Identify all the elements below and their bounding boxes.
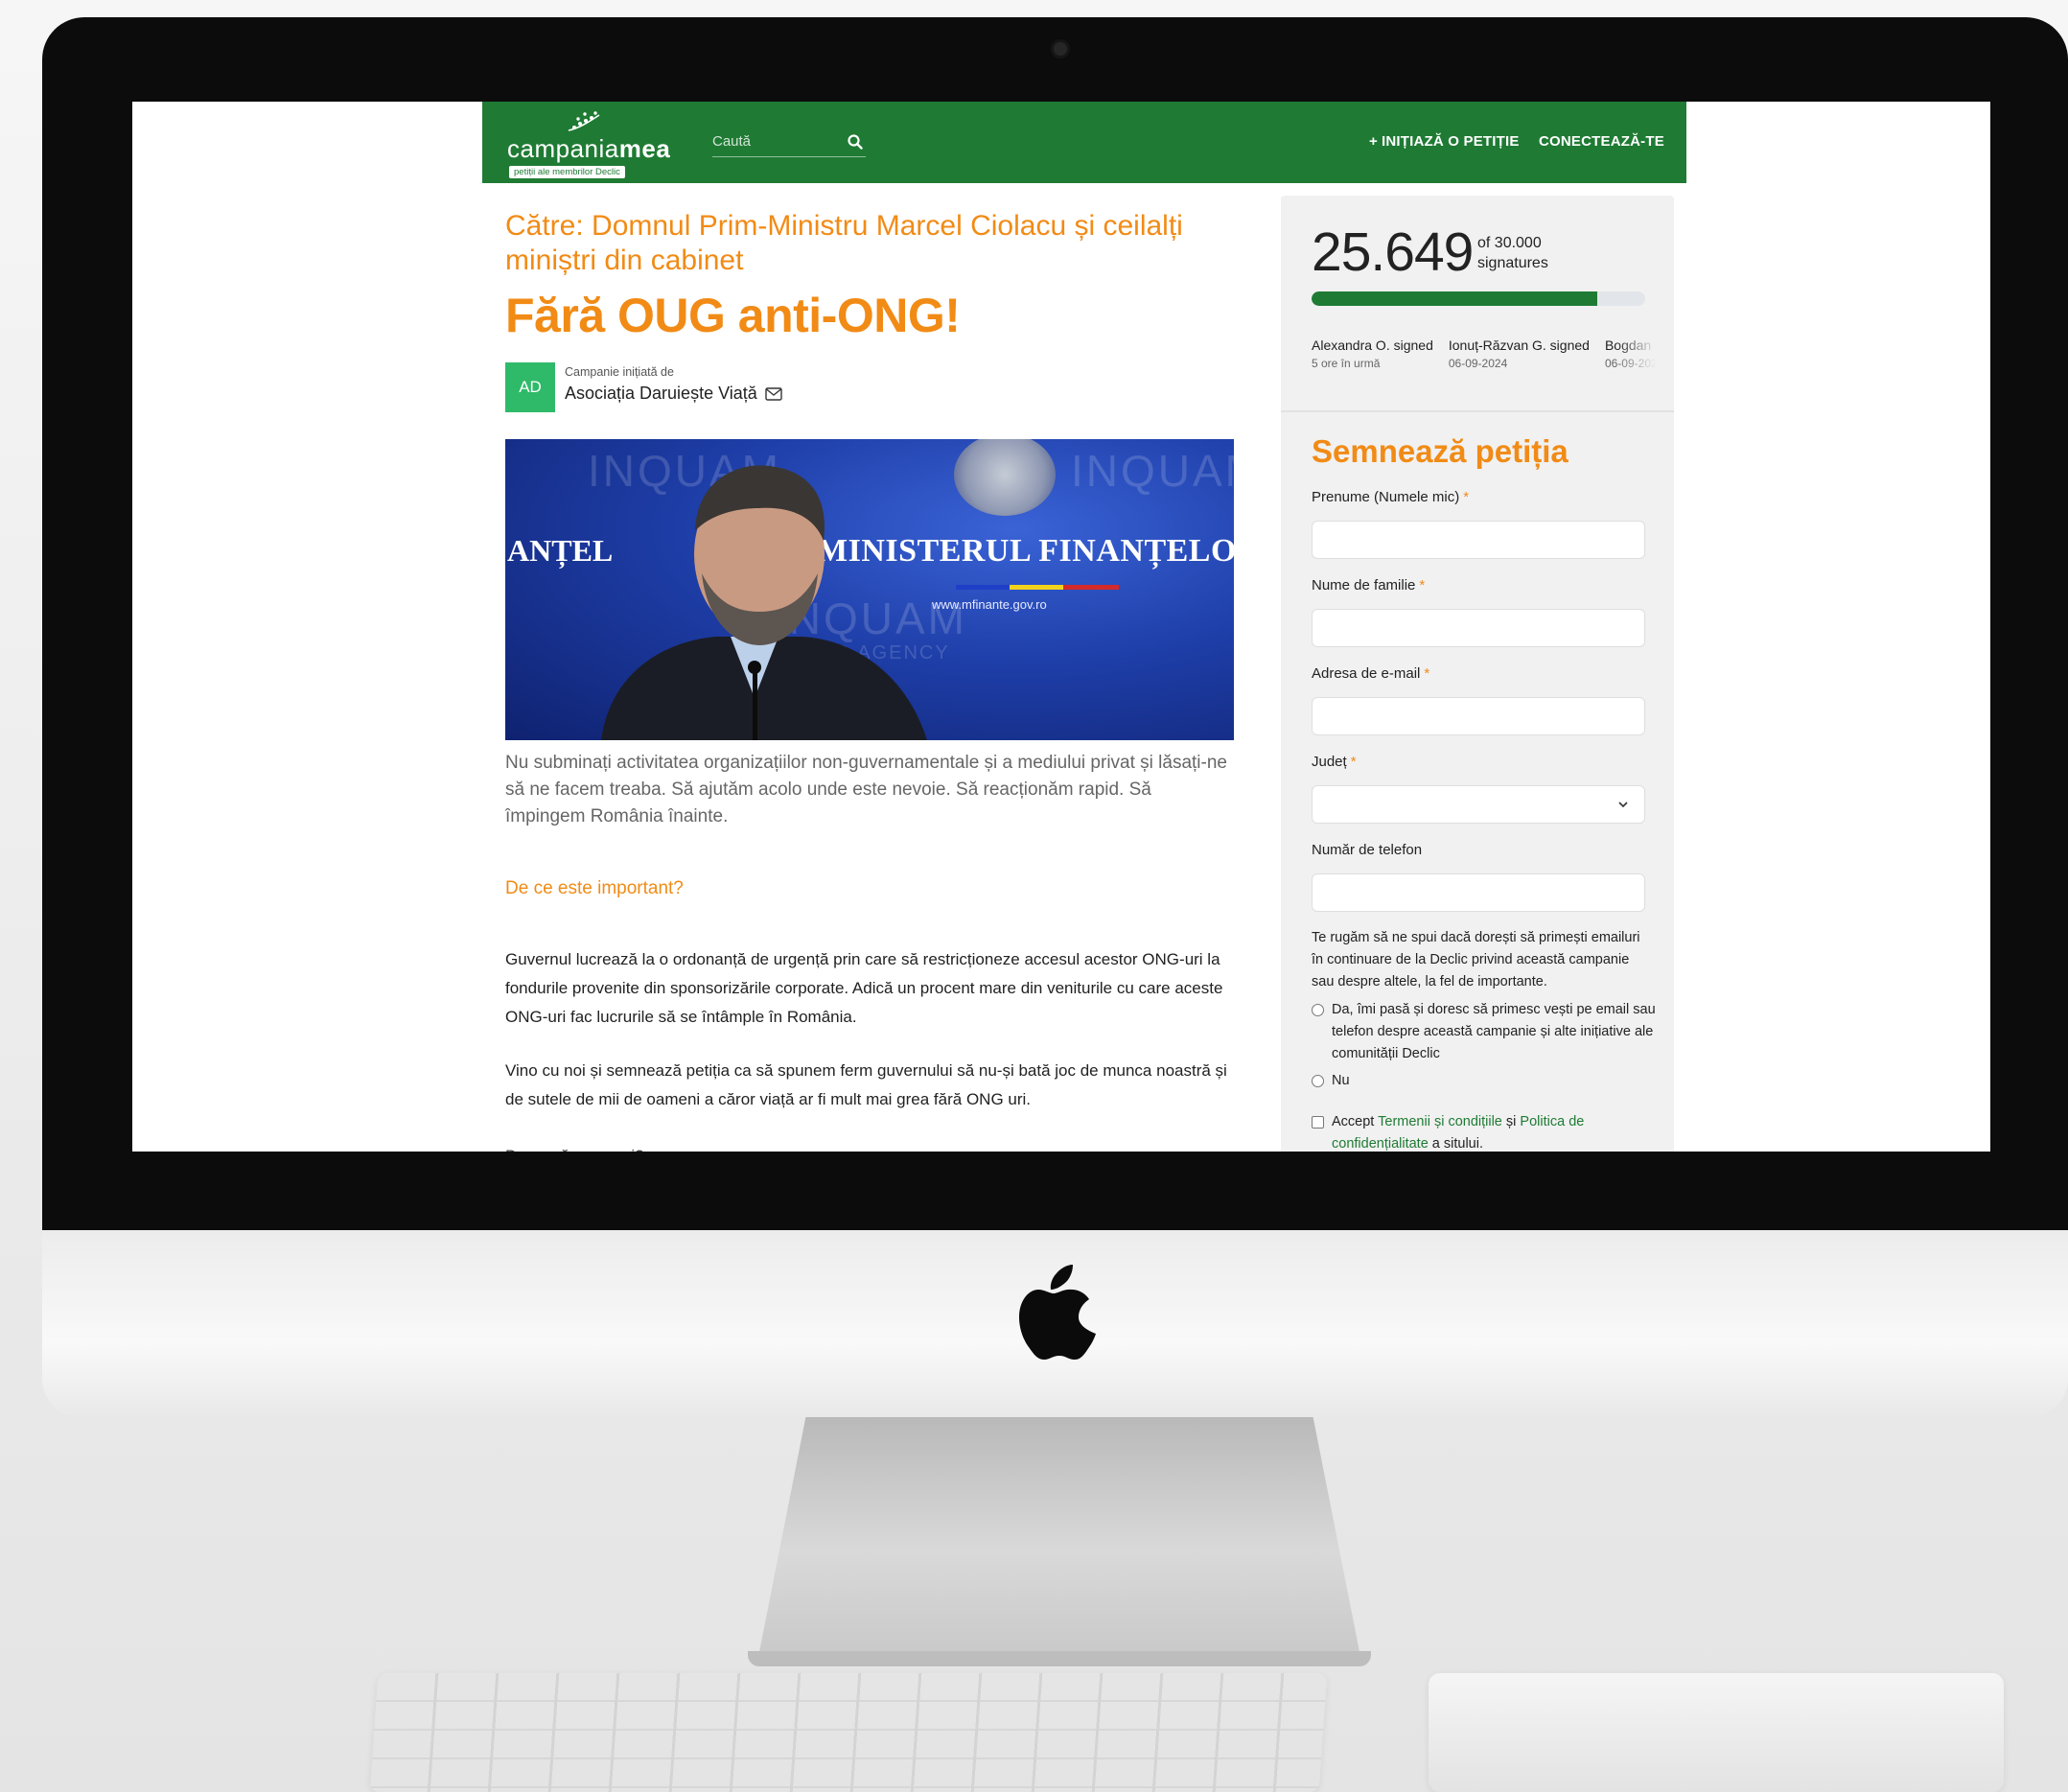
search-icon[interactable] xyxy=(847,133,864,151)
first-name-field[interactable] xyxy=(1312,521,1645,559)
search-input[interactable] xyxy=(712,133,837,150)
last-name-field[interactable] xyxy=(1312,609,1645,647)
email-label: Adresa de e-mail * xyxy=(1312,665,1429,682)
radio-button[interactable] xyxy=(1312,1075,1324,1087)
site-logo[interactable]: campaniamea petiții ale membrilor Declic xyxy=(507,109,670,178)
plus-icon: + xyxy=(1369,133,1378,150)
logo-subtitle: petiții ale membrilor Declic xyxy=(509,166,625,178)
email-field[interactable] xyxy=(1312,697,1645,735)
author-caption: Campanie inițiată de xyxy=(565,365,674,379)
terms-checkbox[interactable] xyxy=(1312,1116,1324,1129)
terms-and: și xyxy=(1505,1114,1517,1129)
terms-label: Accept Termenii și condițiile și Politic… xyxy=(1332,1111,1657,1152)
first-name-label: Prenume (Numele mic) * xyxy=(1312,489,1469,505)
site-header: campaniamea petiții ale membrilor Declic… xyxy=(482,102,1686,183)
terms-prefix: Accept xyxy=(1332,1114,1375,1129)
last-name-label: Nume de familie * xyxy=(1312,577,1425,593)
search-box xyxy=(712,127,866,157)
author-name-row: Asociația Daruiește Viață xyxy=(565,384,782,404)
recent-signers: Alexandra O. signed 5 ore în urmă Ionuț-… xyxy=(1312,337,1657,376)
signer-name: Bogdan xyxy=(1604,337,1652,353)
apple-logo-icon xyxy=(1019,1265,1096,1360)
hero-watermark: INQUAM xyxy=(1071,446,1234,496)
petition-target: Către: Domnul Prim-Ministru Marcel Ciola… xyxy=(505,210,1183,276)
monitor-stand-foot xyxy=(748,1651,1371,1666)
logo-wordmark: campaniamea xyxy=(507,134,670,164)
county-label-text: Județ xyxy=(1312,754,1347,770)
consent-no-option[interactable]: Nu xyxy=(1312,1070,1657,1092)
signer-time: 5 ore în urmă xyxy=(1312,357,1381,370)
login-link[interactable]: CONECTEAZĂ-TE xyxy=(1539,133,1664,150)
sprig-icon xyxy=(568,111,600,131)
keyboard xyxy=(369,1673,1328,1792)
email-consent-text: Te rugăm să ne spui dacă dorești să prim… xyxy=(1312,930,1640,989)
terms-checkbox-row[interactable]: Accept Termenii și condițiile și Politic… xyxy=(1312,1111,1657,1152)
trackpad xyxy=(1429,1673,2004,1792)
email-label-text: Adresa de e-mail xyxy=(1312,665,1421,682)
webcam xyxy=(1054,42,1067,56)
terms-link[interactable]: Termenii și condițiile xyxy=(1378,1114,1502,1129)
signer-name: Ionuț-Răzvan G. signed xyxy=(1448,337,1590,353)
radio-button[interactable] xyxy=(1312,1004,1324,1016)
signature-progress-fill xyxy=(1312,291,1597,306)
first-name-label-text: Prenume (Numele mic) xyxy=(1312,489,1460,505)
petition-page: campaniamea petiții ale membrilor Declic… xyxy=(482,102,1686,1152)
petition-summary: Nu subminați activitatea organizațiilor … xyxy=(505,753,1227,826)
signature-goal: of 30.000 signatures xyxy=(1477,233,1548,273)
terms-suffix: a sitului. xyxy=(1431,1136,1483,1152)
phone-label: Număr de telefon xyxy=(1312,842,1423,858)
sign-form-title: Semnează petiția xyxy=(1312,433,1568,469)
speaker-portrait xyxy=(601,465,927,740)
chevron-down-icon xyxy=(1618,802,1628,808)
author-name: Asociația Daruiește Viață xyxy=(565,384,757,403)
government-seal xyxy=(954,439,1056,516)
phone-field[interactable] xyxy=(1312,873,1645,912)
required-mark: * xyxy=(1463,489,1470,505)
start-petition-label: INIȚIAZĂ O PETIȚIE xyxy=(1381,133,1520,150)
logo-word-part1: campania xyxy=(507,134,619,163)
signature-goal-line2: signatures xyxy=(1477,255,1548,271)
county-label: Județ * xyxy=(1312,754,1357,770)
county-select[interactable] xyxy=(1312,785,1645,824)
envelope-icon[interactable] xyxy=(765,386,782,401)
petition-hero-image: ANȚEL MINISTERUL FINANȚELOR www.mfinante… xyxy=(505,439,1234,740)
start-petition-link[interactable]: + INIȚIAZĂ O PETIȚIE xyxy=(1369,133,1520,150)
hero-flag-bar xyxy=(956,585,1119,590)
signature-count: 25.649 xyxy=(1312,221,1474,283)
body-paragraph: Guvernul lucrează la o ordonanță de urge… xyxy=(505,950,1223,1026)
signature-progress-bar xyxy=(1312,291,1645,306)
monitor-stand xyxy=(757,1417,1361,1662)
consent-yes-label: Da, îmi pasă și doresc să primesc vești … xyxy=(1332,1002,1656,1061)
petition-title: Fără OUG anti-ONG! xyxy=(505,289,961,342)
required-mark: * xyxy=(1419,577,1426,593)
sign-sidebar: 25.649 of 30.000 signatures Alexandra O.… xyxy=(1281,196,1674,1152)
required-mark: * xyxy=(1424,665,1430,682)
recent-signer: Alexandra O. signed 5 ore în urmă xyxy=(1312,337,1433,376)
recent-signer: Ionuț-Răzvan G. signed 06-09-2024 xyxy=(1449,337,1590,376)
body-paragraph: De ce să semnezi? xyxy=(505,1142,1234,1152)
author-avatar: AD xyxy=(505,362,555,412)
signer-name: Alexandra O. signed xyxy=(1312,337,1433,353)
last-name-label-text: Nume de familie xyxy=(1312,577,1416,593)
sidebar-divider xyxy=(1281,410,1674,412)
section-heading: De ce este important? xyxy=(505,878,684,898)
signature-goal-line1: of 30.000 xyxy=(1477,235,1542,251)
body-paragraph: Vino cu noi și semnează petiția ca să sp… xyxy=(505,1061,1227,1108)
signer-time: 06-09-2024 xyxy=(1448,357,1508,370)
signer-time: 06-09-2024 xyxy=(1604,357,1657,370)
recent-signer: Bogdan 06-09-2024 xyxy=(1605,337,1657,376)
consent-yes-option[interactable]: Da, îmi pasă și doresc să primesc vești … xyxy=(1312,999,1657,1065)
logo-word-part2: mea xyxy=(618,134,671,163)
screen: campaniamea petiții ale membrilor Declic… xyxy=(132,102,1990,1152)
consent-no-label: Nu xyxy=(1332,1073,1350,1088)
required-mark: * xyxy=(1350,754,1357,770)
